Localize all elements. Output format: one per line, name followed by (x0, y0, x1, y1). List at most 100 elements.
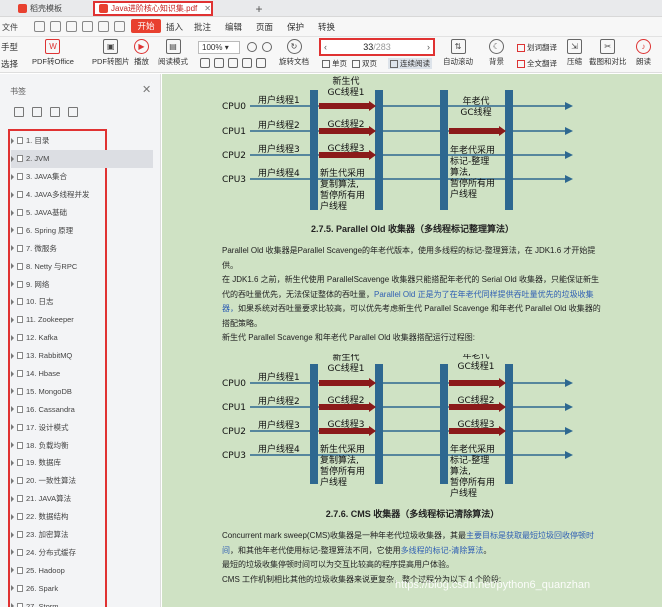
translate-selection-button[interactable]: 划词翻译 (517, 42, 557, 53)
menu-convert[interactable]: 转换 (318, 21, 335, 33)
zoom-select[interactable]: 100% ▾ (198, 41, 240, 54)
zoom-in-icon[interactable] (247, 42, 257, 52)
bookmark-item[interactable]: 10. 日志 (11, 293, 153, 311)
screenshot-compare-button[interactable]: ✂ 截图和对比 (589, 39, 627, 67)
bookmark-item[interactable]: 2. JVM (11, 149, 153, 168)
expand-all-icon[interactable] (14, 107, 24, 117)
expand-triangle-icon[interactable] (11, 585, 14, 592)
add-bookmark-icon[interactable] (50, 107, 60, 117)
page-navigator[interactable]: ‹ 33/283 › (319, 38, 435, 56)
expand-triangle-icon[interactable] (11, 442, 14, 449)
bookmark-item[interactable]: 14. Hbase (11, 365, 153, 383)
translate-full-button[interactable]: 全文翻译 (517, 58, 557, 69)
bookmark-item[interactable]: 21. JAVA算法 (11, 490, 153, 508)
bookmark-item[interactable]: 8. Netty 与RPC (11, 257, 153, 275)
rotate-left-icon[interactable] (242, 58, 252, 68)
expand-triangle-icon[interactable] (11, 388, 14, 395)
menu-protect[interactable]: 保护 (287, 21, 304, 33)
expand-triangle-icon[interactable] (11, 191, 14, 198)
background-button[interactable]: ☾ 背景 (489, 39, 504, 67)
fit-width-icon[interactable] (214, 58, 224, 68)
expand-triangle-icon[interactable] (11, 406, 14, 413)
expand-triangle-icon[interactable] (11, 531, 14, 538)
expand-triangle-icon[interactable] (11, 424, 14, 431)
bookmark-item[interactable]: 23. 加密算法 (11, 526, 153, 544)
expand-triangle-icon[interactable] (11, 352, 14, 359)
redo-icon[interactable] (114, 21, 125, 32)
expand-triangle-icon[interactable] (11, 334, 14, 341)
expand-triangle-icon[interactable] (11, 173, 14, 180)
menu-file[interactable]: 文件 (2, 22, 18, 33)
select-tool-label[interactable]: 选择 (1, 58, 18, 70)
previous-page-icon[interactable]: ‹ (324, 42, 327, 52)
expand-triangle-icon[interactable] (11, 370, 14, 377)
expand-triangle-icon[interactable] (11, 281, 14, 288)
bookmark-item[interactable]: 15. MongoDB (11, 382, 153, 400)
document-viewport[interactable]: CPU0 用户线程1 CPU1 用户线程2 CPU2 用户线程3 CPU3 用户线程4 新生代 G… (162, 74, 662, 607)
expand-triangle-icon[interactable] (11, 316, 14, 323)
bookmark-item[interactable]: 4. JAVA多线程并发 (11, 186, 153, 204)
tab-templates[interactable]: 稻壳模板 (14, 1, 86, 16)
menu-edit[interactable]: 编辑 (225, 21, 242, 33)
expand-triangle-icon[interactable] (11, 263, 14, 270)
tab-pdf-document[interactable]: Java进阶核心知识集.pdf ✕ (93, 1, 213, 16)
menu-insert[interactable]: 插入 (166, 21, 183, 33)
rotate-document-button[interactable]: ↻ 旋转文档 (279, 39, 309, 67)
bookmark-item[interactable]: 12. Kafka (11, 329, 153, 347)
bookmark-item[interactable]: 13. RabbitMQ (11, 347, 153, 365)
new-tab-button[interactable]: + (252, 1, 266, 16)
undo-icon[interactable] (98, 21, 109, 32)
expand-triangle-icon[interactable] (11, 603, 14, 607)
next-page-icon[interactable]: › (427, 42, 430, 52)
menu-page[interactable]: 页面 (256, 21, 273, 33)
play-button[interactable]: ▶ 播放 (134, 39, 149, 67)
menu-start-tab[interactable]: 开始 (131, 19, 161, 33)
delete-bookmark-icon[interactable] (68, 107, 78, 117)
bookmark-item[interactable]: 6. Spring 原理 (11, 221, 153, 239)
rotate-right-icon[interactable] (256, 58, 266, 68)
single-page-button[interactable]: 单页 (322, 58, 347, 69)
close-tab-icon[interactable]: ✕ (204, 4, 211, 13)
print-icon[interactable] (66, 21, 77, 32)
current-page-value[interactable]: 33 (363, 42, 373, 52)
expand-triangle-icon[interactable] (11, 477, 14, 484)
read-aloud-button[interactable]: ♪ 朗读 (636, 39, 651, 67)
actual-size-icon[interactable] (200, 58, 210, 68)
compress-button[interactable]: ⇲ 压缩 (567, 39, 582, 67)
bookmark-item[interactable]: 24. 分布式缓存 (11, 543, 153, 561)
expand-triangle-icon[interactable] (11, 459, 14, 466)
bookmark-item[interactable]: 7. 微服务 (11, 239, 153, 257)
expand-triangle-icon[interactable] (11, 549, 14, 556)
bookmark-item[interactable]: 22. 数据结构 (11, 508, 153, 526)
close-sidebar-icon[interactable]: ✕ (142, 83, 151, 96)
bookmark-item[interactable]: 18. 负载均衡 (11, 436, 153, 454)
bookmark-item[interactable]: 1. 目录 (11, 132, 153, 150)
print-preview-icon[interactable] (82, 21, 93, 32)
fit-page-icon[interactable] (228, 58, 238, 68)
bookmark-item[interactable]: 9. 网络 (11, 275, 153, 293)
expand-triangle-icon[interactable] (11, 298, 14, 305)
expand-triangle-icon[interactable] (11, 513, 14, 520)
expand-triangle-icon[interactable] (11, 137, 14, 144)
zoom-out-icon[interactable] (262, 42, 272, 52)
expand-triangle-icon[interactable] (11, 227, 14, 234)
pdf-to-image-button[interactable]: ▣ PDF转图片 (92, 39, 130, 67)
collapse-all-icon[interactable] (32, 107, 42, 117)
expand-triangle-icon[interactable] (11, 245, 14, 252)
open-folder-icon[interactable] (34, 21, 45, 32)
double-page-button[interactable]: 双页 (352, 58, 377, 69)
expand-triangle-icon[interactable] (11, 155, 14, 162)
expand-triangle-icon[interactable] (11, 567, 14, 574)
pdf-to-office-button[interactable]: W PDF转Office (32, 39, 74, 67)
bookmark-item[interactable]: 17. 设计模式 (11, 418, 153, 436)
bookmark-item[interactable]: 27. Storm (11, 597, 153, 607)
read-mode-button[interactable]: ▤ 阅读模式 (158, 39, 188, 67)
auto-scroll-button[interactable]: ⇅ 自动滚动 (443, 39, 473, 67)
menu-annotate[interactable]: 批注 (194, 21, 211, 33)
bookmark-item[interactable]: 11. Zookeeper (11, 311, 153, 329)
bookmark-item[interactable]: 3. JAVA集合 (11, 168, 153, 186)
hand-tool-label[interactable]: 手型 (1, 41, 18, 53)
save-icon[interactable] (50, 21, 61, 32)
bookmark-item[interactable]: 26. Spark (11, 579, 153, 597)
expand-triangle-icon[interactable] (11, 495, 14, 502)
